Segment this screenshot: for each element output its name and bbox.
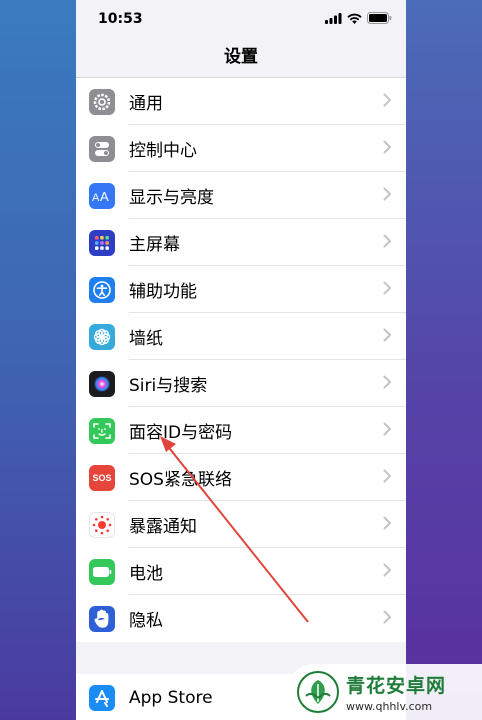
settings-item[interactable]: A A 显示与亮度 (76, 172, 406, 219)
chevron-right-icon (383, 233, 406, 252)
status-icons (325, 12, 392, 24)
settings-item[interactable]: SOS SOS紧急联络 (76, 454, 406, 501)
chevron-right-icon (383, 92, 406, 111)
background-left (0, 0, 76, 720)
svg-text:A: A (92, 192, 100, 204)
settings-item-label: 暴露通知 (129, 517, 197, 537)
settings-list: 通用 控制中心 A A 显示与亮度 主屏幕 辅助功能 墙纸 Siri与搜索 面容ID与密码 SOS S… (76, 78, 406, 642)
settings-item-label: 通用 (129, 94, 163, 114)
settings-item[interactable]: 暴露通知 (76, 501, 406, 548)
svg-text:A: A (100, 189, 109, 204)
face-id-icon (89, 417, 115, 444)
battery-icon (89, 558, 115, 585)
background-right (406, 0, 482, 720)
app-store-icon (89, 685, 115, 711)
home-grid-icon (89, 229, 115, 256)
chevron-right-icon (383, 609, 406, 628)
settings-item[interactable]: 墙纸 (76, 313, 406, 360)
exposure-icon (89, 511, 115, 538)
page-title: 设置 (76, 36, 406, 78)
leaf-logo-icon (297, 671, 339, 713)
wifi-icon (347, 13, 362, 24)
status-time: 10:53 (98, 11, 143, 27)
chevron-right-icon (383, 468, 406, 487)
settings-item-label: 辅助功能 (129, 282, 197, 302)
settings-item[interactable]: Siri与搜索 (76, 360, 406, 407)
signal-icon (325, 12, 342, 24)
chevron-right-icon (383, 186, 406, 205)
settings-item-label: Siri与搜索 (129, 376, 208, 396)
toggles-icon (89, 135, 115, 162)
settings-screen: 10:53 设置 通用控制中心 A A 显示与亮度主屏幕辅助功能墙纸 Siri与搜索面容… (76, 0, 406, 720)
settings-item[interactable]: 隐私 (76, 595, 406, 642)
gear-icon (89, 88, 115, 115)
battery-status-icon (367, 12, 392, 24)
settings-item-label: 控制中心 (129, 141, 197, 161)
chevron-right-icon (383, 327, 406, 346)
chevron-right-icon (383, 374, 406, 393)
settings-item-label: 墙纸 (129, 329, 163, 349)
settings-item-label: SOS紧急联络 (129, 470, 232, 490)
hand-icon (89, 605, 115, 632)
settings-item[interactable]: 主屏幕 (76, 219, 406, 266)
flower-icon (89, 323, 115, 350)
siri-icon (89, 370, 115, 397)
sos-icon-text: SOS (92, 472, 112, 483)
chevron-right-icon (383, 421, 406, 440)
settings-item[interactable]: 电池 (76, 548, 406, 595)
watermark-title: 青花安卓网 (346, 675, 447, 697)
settings-item[interactable]: 控制中心 (76, 125, 406, 172)
settings-item-label: 面容ID与密码 (129, 423, 233, 443)
sos-icon: SOS (89, 464, 115, 491)
chevron-right-icon (383, 562, 406, 581)
settings-item[interactable]: 面容ID与密码 (76, 407, 406, 454)
settings-item[interactable]: 通用 (76, 78, 406, 125)
text-size-icon: AA (89, 182, 115, 209)
chevron-right-icon (383, 139, 406, 158)
accessibility-icon (89, 276, 115, 303)
chevron-right-icon (383, 515, 406, 534)
watermark: 青花安卓网 www.qhhlv.com (286, 664, 482, 720)
status-bar: 10:53 (76, 0, 406, 36)
settings-item[interactable]: 辅助功能 (76, 266, 406, 313)
settings-item-label: 显示与亮度 (129, 188, 214, 208)
chevron-right-icon (383, 280, 406, 299)
settings-item-label: 隐私 (129, 611, 163, 631)
settings-item-label: 主屏幕 (129, 235, 180, 255)
watermark-url: www.qhhlv.com (346, 700, 433, 713)
settings-item-label: 电池 (129, 564, 163, 584)
